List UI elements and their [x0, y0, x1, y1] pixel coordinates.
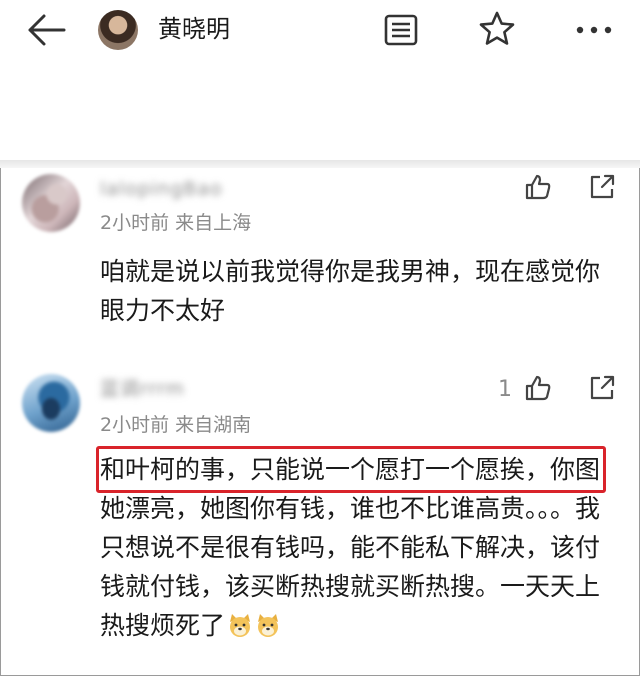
share-icon[interactable] [588, 173, 616, 201]
comment-text: 咱就是说以前我觉得你是我男神，现在感觉你眼力不太好 [100, 257, 601, 325]
like-icon[interactable] [524, 374, 552, 402]
star-icon[interactable] [478, 10, 516, 48]
user-name[interactable]: 黄晓明 [158, 12, 230, 46]
header-divider [0, 160, 640, 168]
comment-meta: 2小时前 来自上海 [100, 212, 252, 234]
doge-emoji-icon [258, 614, 279, 637]
like-icon[interactable] [524, 173, 552, 201]
back-arrow-icon[interactable] [26, 12, 66, 48]
top-bar: 黄晓明 [0, 0, 640, 160]
user-avatar[interactable] [98, 10, 138, 50]
share-icon[interactable] [588, 374, 616, 402]
more-icon[interactable] [574, 20, 614, 40]
commenter-username[interactable]: lalopingBao [100, 176, 223, 202]
comment-meta: 2小时前 来自湖南 [100, 414, 252, 436]
doge-emoji-icon [230, 614, 251, 637]
like-count: 1 [498, 377, 512, 402]
commenter-avatar[interactable] [22, 174, 80, 232]
document-icon[interactable] [384, 14, 418, 46]
commenter-username[interactable]: 蓝调rrrm [100, 376, 185, 402]
commenter-avatar[interactable] [22, 374, 80, 432]
highlight-box [96, 446, 606, 493]
